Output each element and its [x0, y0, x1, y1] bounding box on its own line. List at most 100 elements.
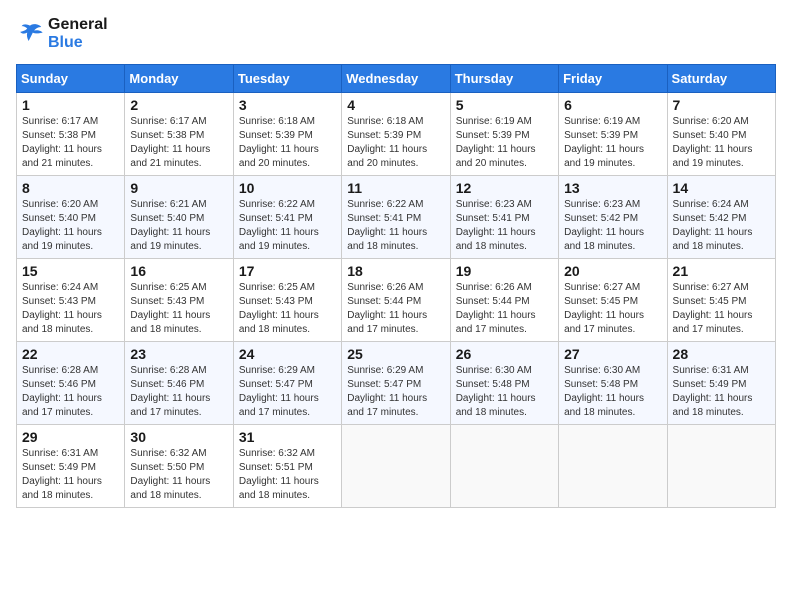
- calendar-day-cell: 1 Sunrise: 6:17 AM Sunset: 5:38 PM Dayli…: [17, 93, 125, 176]
- sunrise-label: Sunrise: 6:26 AM: [347, 282, 423, 293]
- sunrise-label: Sunrise: 6:18 AM: [239, 116, 315, 127]
- day-number: 19: [456, 263, 553, 279]
- sunset-label: Sunset: 5:43 PM: [22, 296, 96, 307]
- sunrise-label: Sunrise: 6:22 AM: [347, 199, 423, 210]
- weekday-header-cell: Monday: [125, 65, 233, 93]
- sunset-label: Sunset: 5:45 PM: [673, 296, 747, 307]
- sunset-label: Sunset: 5:41 PM: [347, 213, 421, 224]
- sunrise-label: Sunrise: 6:29 AM: [347, 365, 423, 376]
- day-info: Sunrise: 6:29 AM Sunset: 5:47 PM Dayligh…: [347, 364, 444, 420]
- daylight-label: Daylight: 11 hours and 17 minutes.: [347, 310, 427, 335]
- sunrise-label: Sunrise: 6:32 AM: [130, 448, 206, 459]
- sunset-label: Sunset: 5:41 PM: [239, 213, 313, 224]
- calendar-table: SundayMondayTuesdayWednesdayThursdayFrid…: [16, 64, 776, 508]
- calendar-day-cell: 31 Sunrise: 6:32 AM Sunset: 5:51 PM Dayl…: [233, 425, 341, 508]
- daylight-label: Daylight: 11 hours and 18 minutes.: [22, 310, 102, 335]
- calendar-day-cell: 22 Sunrise: 6:28 AM Sunset: 5:46 PM Dayl…: [17, 342, 125, 425]
- calendar-day-cell: 17 Sunrise: 6:25 AM Sunset: 5:43 PM Dayl…: [233, 259, 341, 342]
- calendar-day-cell: 27 Sunrise: 6:30 AM Sunset: 5:48 PM Dayl…: [559, 342, 667, 425]
- day-number: 8: [22, 180, 119, 196]
- day-info: Sunrise: 6:23 AM Sunset: 5:42 PM Dayligh…: [564, 198, 661, 254]
- daylight-label: Daylight: 11 hours and 20 minutes.: [347, 144, 427, 169]
- day-number: 21: [673, 263, 770, 279]
- day-number: 24: [239, 346, 336, 362]
- daylight-label: Daylight: 11 hours and 18 minutes.: [239, 310, 319, 335]
- calendar-week-row: 1 Sunrise: 6:17 AM Sunset: 5:38 PM Dayli…: [17, 93, 776, 176]
- sunset-label: Sunset: 5:44 PM: [347, 296, 421, 307]
- day-info: Sunrise: 6:28 AM Sunset: 5:46 PM Dayligh…: [130, 364, 227, 420]
- day-info: Sunrise: 6:17 AM Sunset: 5:38 PM Dayligh…: [22, 115, 119, 171]
- weekday-header-cell: Saturday: [667, 65, 775, 93]
- logo-icon: [16, 20, 44, 48]
- sunrise-label: Sunrise: 6:28 AM: [130, 365, 206, 376]
- daylight-label: Daylight: 11 hours and 19 minutes.: [22, 227, 102, 252]
- calendar-day-cell: [342, 425, 450, 508]
- calendar-day-cell: 13 Sunrise: 6:23 AM Sunset: 5:42 PM Dayl…: [559, 176, 667, 259]
- sunset-label: Sunset: 5:44 PM: [456, 296, 530, 307]
- daylight-label: Daylight: 11 hours and 17 minutes.: [456, 310, 536, 335]
- sunrise-label: Sunrise: 6:23 AM: [456, 199, 532, 210]
- sunset-label: Sunset: 5:45 PM: [564, 296, 638, 307]
- sunrise-label: Sunrise: 6:24 AM: [673, 199, 749, 210]
- sunset-label: Sunset: 5:39 PM: [347, 130, 421, 141]
- day-info: Sunrise: 6:24 AM Sunset: 5:42 PM Dayligh…: [673, 198, 770, 254]
- day-number: 4: [347, 97, 444, 113]
- daylight-label: Daylight: 11 hours and 18 minutes.: [239, 476, 319, 501]
- day-number: 13: [564, 180, 661, 196]
- sunrise-label: Sunrise: 6:28 AM: [22, 365, 98, 376]
- sunset-label: Sunset: 5:50 PM: [130, 462, 204, 473]
- calendar-day-cell: 23 Sunrise: 6:28 AM Sunset: 5:46 PM Dayl…: [125, 342, 233, 425]
- day-number: 2: [130, 97, 227, 113]
- sunrise-label: Sunrise: 6:24 AM: [22, 282, 98, 293]
- day-info: Sunrise: 6:26 AM Sunset: 5:44 PM Dayligh…: [456, 281, 553, 337]
- daylight-label: Daylight: 11 hours and 17 minutes.: [564, 310, 644, 335]
- daylight-label: Daylight: 11 hours and 17 minutes.: [22, 393, 102, 418]
- sunset-label: Sunset: 5:47 PM: [239, 379, 313, 390]
- day-number: 26: [456, 346, 553, 362]
- daylight-label: Daylight: 11 hours and 18 minutes.: [347, 227, 427, 252]
- daylight-label: Daylight: 11 hours and 17 minutes.: [239, 393, 319, 418]
- calendar-day-cell: 30 Sunrise: 6:32 AM Sunset: 5:50 PM Dayl…: [125, 425, 233, 508]
- daylight-label: Daylight: 11 hours and 19 minutes.: [239, 227, 319, 252]
- day-number: 27: [564, 346, 661, 362]
- day-number: 14: [673, 180, 770, 196]
- sunset-label: Sunset: 5:48 PM: [456, 379, 530, 390]
- calendar-day-cell: 18 Sunrise: 6:26 AM Sunset: 5:44 PM Dayl…: [342, 259, 450, 342]
- day-number: 16: [130, 263, 227, 279]
- day-info: Sunrise: 6:24 AM Sunset: 5:43 PM Dayligh…: [22, 281, 119, 337]
- sunset-label: Sunset: 5:40 PM: [22, 213, 96, 224]
- sunset-label: Sunset: 5:42 PM: [564, 213, 638, 224]
- sunrise-label: Sunrise: 6:18 AM: [347, 116, 423, 127]
- weekday-header-row: SundayMondayTuesdayWednesdayThursdayFrid…: [17, 65, 776, 93]
- weekday-header-cell: Wednesday: [342, 65, 450, 93]
- calendar-day-cell: 26 Sunrise: 6:30 AM Sunset: 5:48 PM Dayl…: [450, 342, 558, 425]
- day-info: Sunrise: 6:27 AM Sunset: 5:45 PM Dayligh…: [673, 281, 770, 337]
- sunrise-label: Sunrise: 6:27 AM: [673, 282, 749, 293]
- day-number: 12: [456, 180, 553, 196]
- calendar-day-cell: 2 Sunrise: 6:17 AM Sunset: 5:38 PM Dayli…: [125, 93, 233, 176]
- day-number: 29: [22, 429, 119, 445]
- calendar-week-row: 29 Sunrise: 6:31 AM Sunset: 5:49 PM Dayl…: [17, 425, 776, 508]
- day-info: Sunrise: 6:18 AM Sunset: 5:39 PM Dayligh…: [239, 115, 336, 171]
- day-info: Sunrise: 6:22 AM Sunset: 5:41 PM Dayligh…: [347, 198, 444, 254]
- sunrise-label: Sunrise: 6:22 AM: [239, 199, 315, 210]
- calendar-week-row: 22 Sunrise: 6:28 AM Sunset: 5:46 PM Dayl…: [17, 342, 776, 425]
- sunset-label: Sunset: 5:46 PM: [130, 379, 204, 390]
- day-info: Sunrise: 6:18 AM Sunset: 5:39 PM Dayligh…: [347, 115, 444, 171]
- day-info: Sunrise: 6:22 AM Sunset: 5:41 PM Dayligh…: [239, 198, 336, 254]
- daylight-label: Daylight: 11 hours and 21 minutes.: [22, 144, 102, 169]
- day-number: 31: [239, 429, 336, 445]
- calendar-week-row: 15 Sunrise: 6:24 AM Sunset: 5:43 PM Dayl…: [17, 259, 776, 342]
- day-number: 25: [347, 346, 444, 362]
- sunrise-label: Sunrise: 6:17 AM: [130, 116, 206, 127]
- day-number: 7: [673, 97, 770, 113]
- daylight-label: Daylight: 11 hours and 18 minutes.: [130, 476, 210, 501]
- day-info: Sunrise: 6:20 AM Sunset: 5:40 PM Dayligh…: [673, 115, 770, 171]
- sunset-label: Sunset: 5:51 PM: [239, 462, 313, 473]
- calendar-day-cell: 7 Sunrise: 6:20 AM Sunset: 5:40 PM Dayli…: [667, 93, 775, 176]
- day-info: Sunrise: 6:30 AM Sunset: 5:48 PM Dayligh…: [456, 364, 553, 420]
- sunset-label: Sunset: 5:39 PM: [239, 130, 313, 141]
- sunrise-label: Sunrise: 6:27 AM: [564, 282, 640, 293]
- calendar-day-cell: 29 Sunrise: 6:31 AM Sunset: 5:49 PM Dayl…: [17, 425, 125, 508]
- sunset-label: Sunset: 5:43 PM: [239, 296, 313, 307]
